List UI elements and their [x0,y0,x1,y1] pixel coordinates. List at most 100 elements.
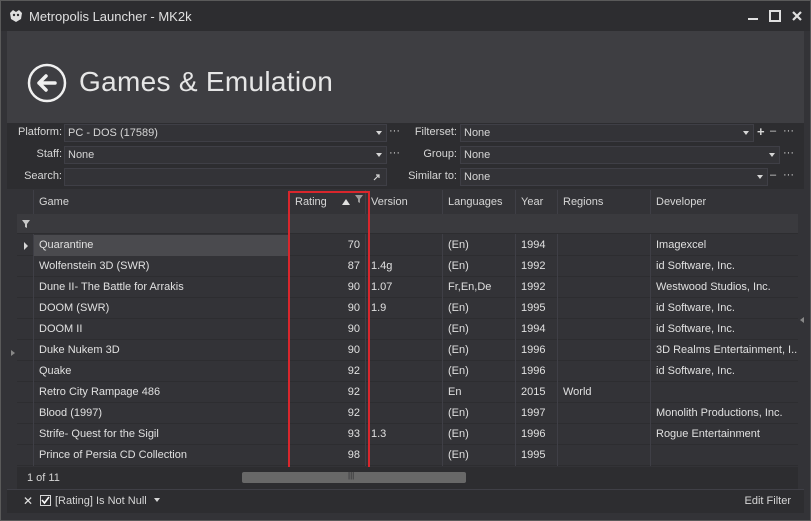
cell-game[interactable]: Wolfenstein 3D (SWR) [34,256,290,277]
cell-languages[interactable]: (En) [443,298,516,319]
cell-regions[interactable] [558,340,651,361]
scrollbar-thumb[interactable]: ||| [242,471,466,483]
cell-year[interactable]: 1992 [516,277,558,298]
cell-game[interactable]: Dune II- The Battle for Arrakis [34,277,290,298]
cell-developer[interactable]: id Software, Inc. [651,256,798,277]
cell-languages[interactable]: (En) [443,319,516,340]
table-row[interactable]: Quake 92 (En) 1996 id Software, Inc. [17,361,798,382]
cell-rating[interactable]: 90 [290,340,366,361]
cell-rating[interactable]: 90 [290,298,366,319]
similar-more-button[interactable]: ··· [783,169,794,181]
cell-rating[interactable]: 92 [290,361,366,382]
cell-developer[interactable] [651,445,798,466]
cell-rating[interactable]: 90 [290,277,366,298]
table-row[interactable]: Wolfenstein 3D (SWR) 87 1.4g (En) 1992 id Sof… [17,256,798,277]
cell-rating[interactable]: 98 [290,445,366,466]
table-row[interactable]: Prince of Persia CD Collection 98 (En) 1995 [17,445,798,466]
cell-version[interactable] [366,382,443,403]
cell-rating[interactable]: 90 [290,319,366,340]
cell-version[interactable] [366,340,443,361]
cell-game[interactable]: Prince of Persia CD Collection [34,445,290,466]
similar-select[interactable]: None [460,168,768,186]
cell-regions[interactable] [558,235,651,256]
edit-filter-button[interactable]: Edit Filter [745,495,791,507]
cell-version[interactable]: 1.3 [366,424,443,445]
group-select[interactable]: None [460,146,780,164]
table-row[interactable]: Duke Nukem 3D 90 (En) 1996 3D Realms Enterta… [17,340,798,361]
search-input[interactable] [64,168,387,186]
staff-select[interactable]: None [64,146,387,164]
cell-year[interactable]: 2015 [516,382,558,403]
cell-developer[interactable]: id Software, Inc. [651,361,798,382]
column-header-languages[interactable]: Languages [443,190,516,214]
column-header-game[interactable]: Game [34,190,290,214]
cell-game[interactable]: Blood (1997) [34,403,290,424]
filterset-more-button[interactable]: ··· [783,125,794,137]
cell-developer[interactable]: Monolith Productions, Inc. [651,403,798,424]
cell-regions[interactable] [558,319,651,340]
cell-languages[interactable]: (En) [443,256,516,277]
cell-rating[interactable]: 92 [290,382,366,403]
back-arrow-icon[interactable] [27,63,67,103]
filter-enabled-checkbox[interactable] [40,495,51,506]
platform-select[interactable]: PC - DOS (17589) [64,124,387,142]
cell-year[interactable]: 1995 [516,298,558,319]
cell-game[interactable]: Retro City Rampage 486 [34,382,290,403]
cell-regions[interactable] [558,298,651,319]
cell-regions[interactable] [558,256,651,277]
table-row[interactable]: Quarantine 70 (En) 1994 Imagexcel [17,235,798,256]
table-row[interactable]: Strife- Quest for the Sigil 93 1.3 (En) 1996… [17,424,798,445]
clear-search-icon[interactable] [372,172,382,182]
horizontal-scrollbar[interactable]: ||| [242,471,798,484]
cell-game[interactable]: DOOM II [34,319,290,340]
column-header-developer[interactable]: Developer [651,190,798,214]
cell-languages[interactable]: En [443,382,516,403]
cell-version[interactable] [366,361,443,382]
group-more-button[interactable]: ··· [783,147,794,159]
cell-languages[interactable]: (En) [443,340,516,361]
right-panel-toggle-icon[interactable] [800,317,804,323]
cell-year[interactable]: 1994 [516,235,558,256]
cell-year[interactable]: 1992 [516,256,558,277]
cell-developer[interactable]: Rogue Entertainment [651,424,798,445]
cell-languages[interactable]: (En) [443,424,516,445]
cell-languages[interactable]: (En) [443,445,516,466]
remove-similar-button[interactable]: – [770,169,776,181]
cell-languages[interactable]: (En) [443,361,516,382]
minimize-icon[interactable] [746,9,760,23]
cell-languages[interactable]: Fr,En,De [443,277,516,298]
cell-version[interactable] [366,445,443,466]
cell-languages[interactable]: (En) [443,235,516,256]
cell-regions[interactable] [558,361,651,382]
cell-game[interactable]: Duke Nukem 3D [34,340,290,361]
cell-developer[interactable]: Imagexcel [651,235,798,256]
close-icon[interactable] [790,9,804,23]
filter-expression[interactable]: [Rating] Is Not Null [55,495,147,507]
clear-filter-button[interactable]: ✕ [23,494,33,508]
cell-version[interactable]: 1.9 [366,298,443,319]
cell-developer[interactable]: id Software, Inc. [651,298,798,319]
cell-version[interactable] [366,403,443,424]
cell-version[interactable]: 1.4g [366,256,443,277]
column-header-version[interactable]: Version [366,190,443,214]
column-header-regions[interactable]: Regions [558,190,651,214]
cell-year[interactable]: 1995 [516,445,558,466]
table-row[interactable]: DOOM II 90 (En) 1994 id Software, Inc. [17,319,798,340]
chevron-down-icon[interactable] [154,498,160,502]
remove-filterset-button[interactable]: – [770,125,776,137]
cell-game[interactable]: DOOM (SWR) [34,298,290,319]
cell-languages[interactable]: (En) [443,403,516,424]
cell-regions[interactable] [558,277,651,298]
cell-developer[interactable]: Westwood Studios, Inc. [651,277,798,298]
cell-regions[interactable]: World [558,382,651,403]
left-panel-toggle-icon[interactable] [11,350,15,356]
platform-more-button[interactable]: ··· [389,125,400,137]
cell-rating[interactable]: 93 [290,424,366,445]
cell-rating[interactable]: 92 [290,403,366,424]
cell-version[interactable]: 1.07 [366,277,443,298]
cell-game[interactable]: Quarantine [34,235,290,256]
cell-version[interactable] [366,319,443,340]
cell-rating[interactable]: 87 [290,256,366,277]
table-row[interactable]: Blood (1997) 92 (En) 1997 Monolith Productio… [17,403,798,424]
column-header-year[interactable]: Year [516,190,558,214]
